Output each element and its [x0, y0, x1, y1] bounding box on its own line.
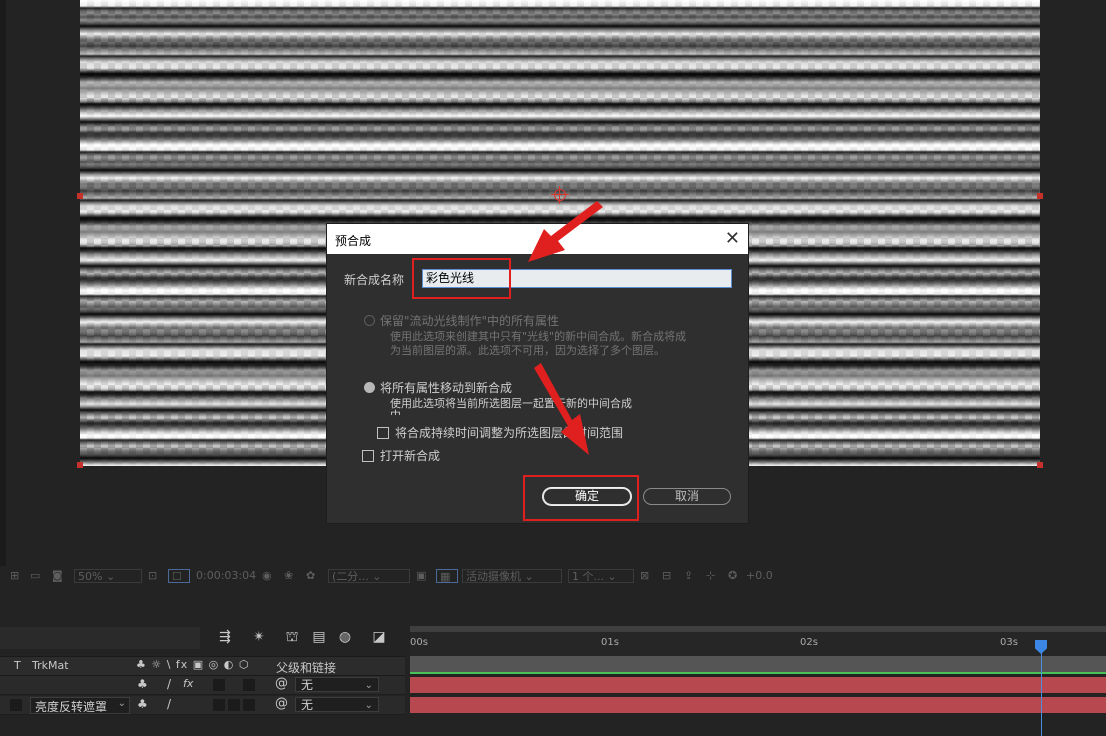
annotation-arrows: [528, 201, 603, 455]
annotation-arrow-to-name: [528, 201, 603, 262]
annotation-arrow-to-ok: [534, 363, 589, 455]
